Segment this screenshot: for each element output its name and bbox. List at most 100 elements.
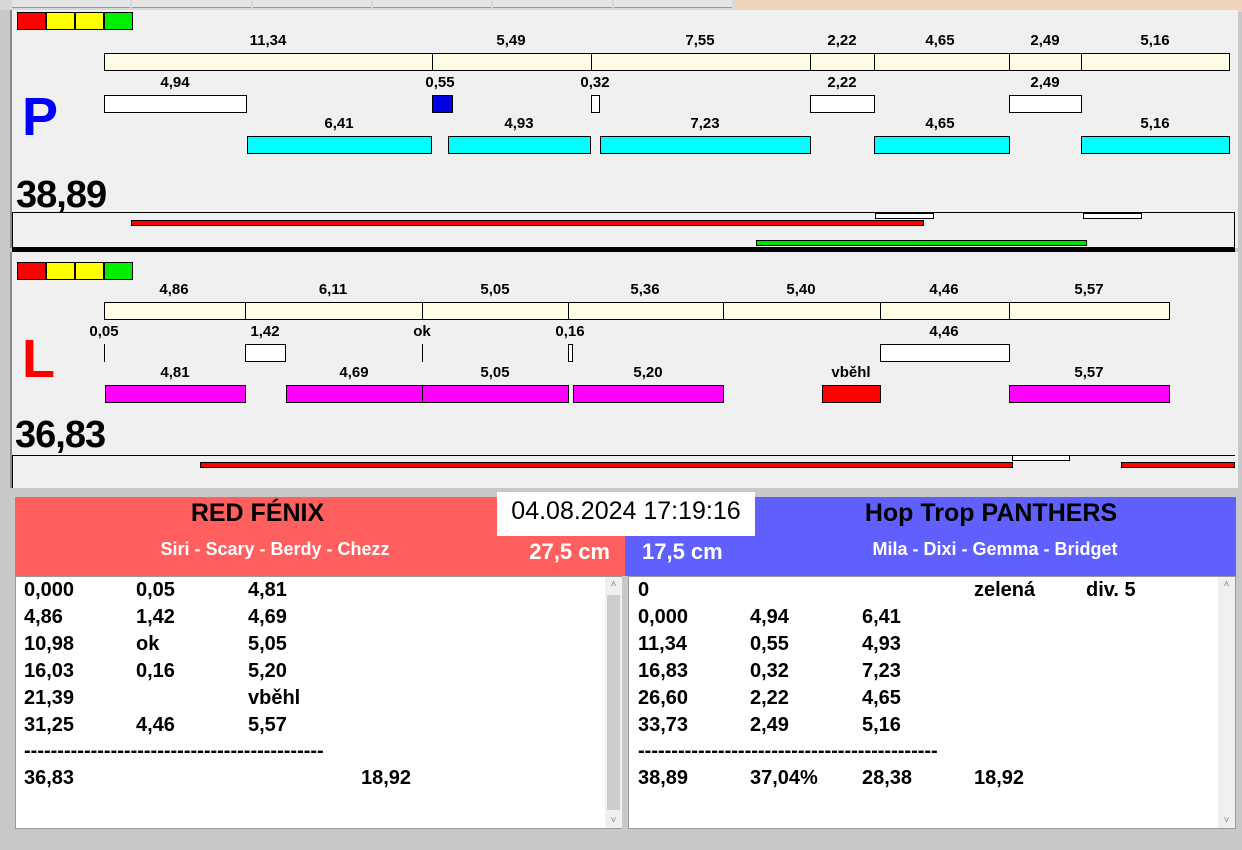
summary-total: 36,83 [24,767,75,789]
run-segment [874,136,1010,154]
p-total-time: 38,89 [16,174,107,216]
scrollbar[interactable]: ˄ ˅ [605,577,622,828]
lane-letter-p: P [22,87,59,147]
segment-label: 2,22 [827,32,857,49]
segment-label: 5,40 [786,281,816,298]
gap-label: 0,16 [555,323,585,340]
segment-label: 4,46 [929,281,959,298]
indicator-yellow [75,12,104,30]
run-segment [1009,385,1170,403]
timeline-bar-red [131,220,924,226]
time-segment [591,53,811,71]
scroll-up-icon[interactable]: ˄ [1218,579,1235,590]
tab[interactable] [252,0,371,8]
gap-tick [104,344,105,362]
run-label: 4,65 [925,115,955,132]
time-segment [422,302,569,320]
segment-label: 4,86 [159,281,189,298]
result-cell: 26,60 [638,687,689,709]
tab[interactable] [132,0,251,8]
run-label: 7,23 [690,115,720,132]
gap-tick [422,344,423,362]
summary-value: 38,89 [638,767,689,789]
left-team-cm: 27,5 cm [529,539,610,564]
scroll-thumb[interactable] [607,595,620,810]
run-segment [448,136,591,154]
scrollbar[interactable]: ˄ ˅ [1218,577,1235,828]
result-cell: 0,000 [638,606,689,628]
result-cell: 10,98 [24,633,75,655]
result-cell: 5,57 [248,714,287,736]
result-cell: 16,83 [638,660,689,682]
tab[interactable] [372,0,492,8]
run-segment [422,385,569,403]
run-segment-fault [822,385,881,403]
time-segment [1081,53,1230,71]
result-cell: 1,42 [136,606,175,628]
l-total-time: 36,83 [15,414,106,456]
indicator-yellow [46,262,75,280]
time-segment [568,302,724,320]
timeline-bar-green [756,240,1087,246]
segment-label: 5,16 [1140,32,1170,49]
scroll-down-icon[interactable]: ˅ [605,815,622,826]
right-team-name: Hop Trop PANTHERS [864,499,1118,527]
tab[interactable] [493,0,612,8]
tab[interactable] [613,0,732,8]
result-cell: 5,20 [248,660,287,682]
indicator-green [104,262,133,280]
scroll-down-icon[interactable]: ˅ [1218,815,1235,826]
run-segment [600,136,811,154]
gap-label: 0,32 [580,74,610,91]
timeline-bar-red [1121,462,1235,468]
segment-label: 2,49 [1030,32,1060,49]
result-cell: 2,22 [750,687,789,709]
run-label: 5,05 [480,364,510,381]
segment-label: 5,36 [630,281,660,298]
gap-segment [810,95,875,113]
scroll-up-icon[interactable]: ˄ [605,579,622,590]
result-cell: 16,03 [24,660,75,682]
segment-label: 11,34 [249,32,287,49]
run-label: 4,93 [504,115,534,132]
indicator-yellow [46,12,75,30]
result-cell: 0,32 [750,660,789,682]
tab-bar [12,0,732,8]
timeline-box [875,213,934,219]
result-cell: 4,69 [248,606,287,628]
right-team-members: Mila - Dixi - Gemma - Bridget [872,539,1118,559]
left-results-list[interactable]: ˄ ˅ [15,576,622,829]
gap-segment [591,95,600,113]
gap-segment [880,344,1010,362]
segment-label: 5,05 [480,281,510,298]
tab[interactable] [12,0,131,8]
run-segment [105,385,246,403]
result-cell: 2,49 [750,714,789,736]
gap-label: 4,94 [160,74,190,91]
run-segment [573,385,724,403]
time-segment [104,53,433,71]
gap-segment [245,344,286,362]
right-team-cm: 17,5 cm [642,539,723,564]
result-cell: 4,65 [862,687,901,709]
result-cell: 7,23 [862,660,901,682]
run-segment [1081,136,1230,154]
summary-value: 28,38 [862,767,913,789]
result-cell: 0,000 [24,579,75,601]
result-cell: 31,25 [24,714,75,736]
indicator-green [104,12,133,30]
timeline-box [1083,213,1142,219]
timeline-box [1012,455,1070,461]
run-label: 5,57 [1074,364,1104,381]
time-segment [880,302,1010,320]
result-cell: 0,16 [136,660,175,682]
separator: ----------------------------------------… [638,740,938,762]
indicator-red [17,12,46,30]
right-results-list[interactable]: ˄ ˅ [628,576,1236,829]
run-segment [286,385,423,403]
datetime: 04.08.2024 17:19:16 [497,492,755,536]
result-cell: ok [136,633,160,655]
gap-segment [1009,95,1082,113]
run-label: 5,16 [1140,115,1170,132]
gap-label: 2,49 [1030,74,1060,91]
